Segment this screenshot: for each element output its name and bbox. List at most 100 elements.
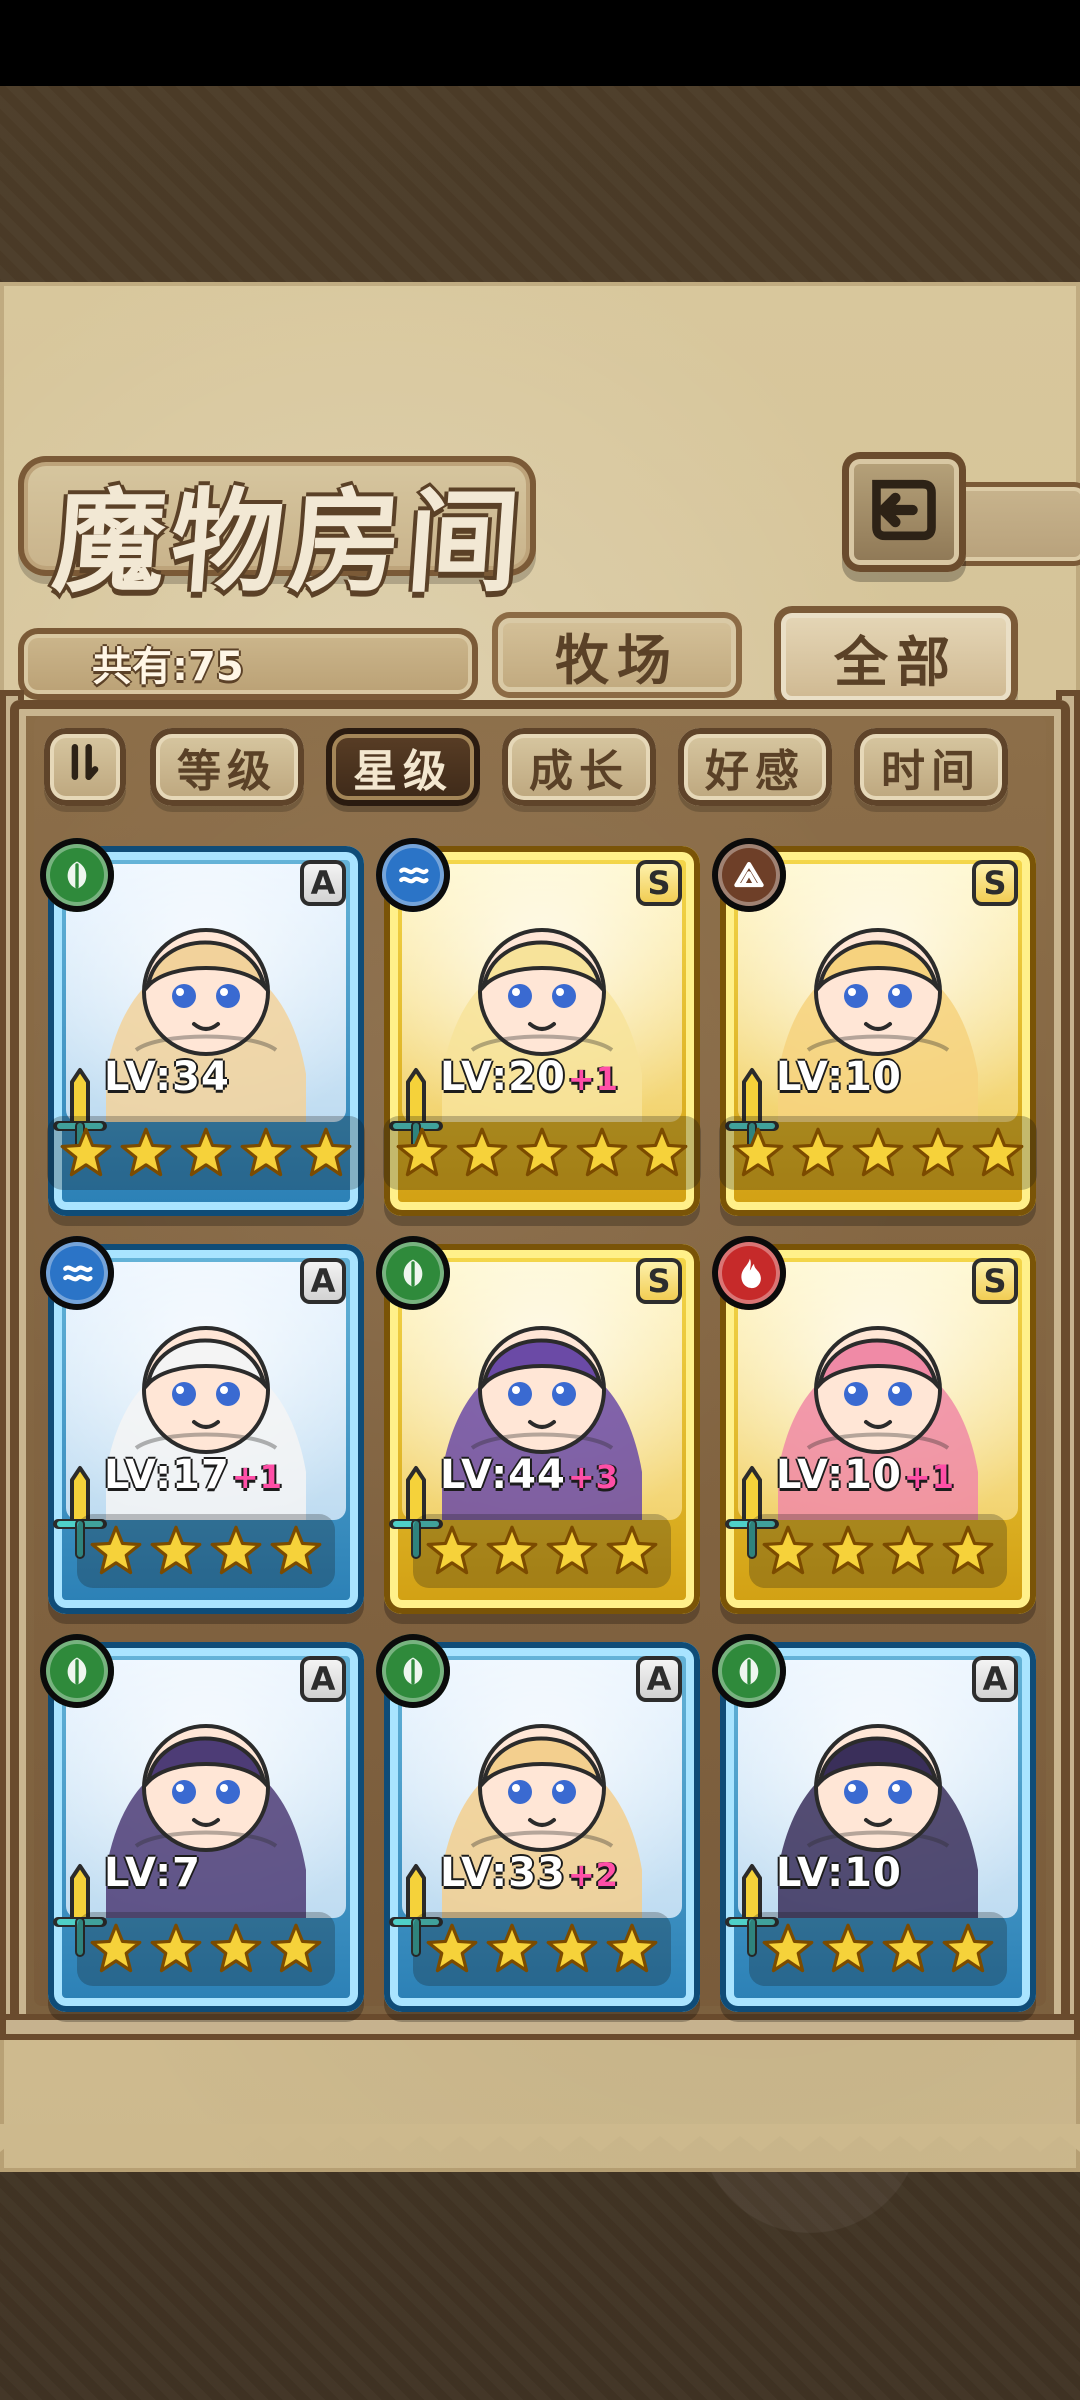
star-icon xyxy=(455,1126,509,1180)
sort-level-button[interactable]: 等级 xyxy=(150,728,304,806)
rank-badge: S xyxy=(636,860,682,906)
star-icon xyxy=(425,1524,479,1578)
monster-card[interactable]: S LV:10 xyxy=(712,838,1037,1216)
star-icon xyxy=(545,1524,599,1578)
star-icon xyxy=(59,1126,113,1180)
level-plus: +1 xyxy=(903,1458,955,1496)
level-value: LV:33 xyxy=(440,1850,566,1896)
star-icon xyxy=(269,1524,323,1578)
level-value: LV:10 xyxy=(776,1054,902,1100)
monster-card[interactable]: A LV:10 xyxy=(712,1634,1036,2012)
tab-all[interactable]: 全部 xyxy=(774,606,1018,708)
star-icon xyxy=(791,1126,845,1180)
star-icon xyxy=(881,1922,935,1976)
return-icon xyxy=(861,467,947,557)
level-plus: +2 xyxy=(567,1856,619,1894)
level-plus: +1 xyxy=(567,1060,619,1098)
leaf-element-icon xyxy=(376,1634,450,1708)
rank-badge: S xyxy=(972,860,1018,906)
tab-ranch[interactable]: 牧场 xyxy=(492,612,742,698)
monster-card[interactable]: A LV:17+1 xyxy=(40,1236,364,1614)
level-value: LV:10 xyxy=(776,1452,902,1498)
level-label: LV:34 xyxy=(104,1054,230,1100)
rank-badge: A xyxy=(300,1656,346,1702)
water-element-icon xyxy=(40,1236,114,1310)
star-icon xyxy=(149,1922,203,1976)
monster-card[interactable]: A LV:7 xyxy=(40,1634,364,2012)
level-label: LV:7 xyxy=(104,1850,201,1896)
star-rating xyxy=(77,1514,335,1588)
monster-count: 共有:75 xyxy=(92,644,244,690)
star-icon xyxy=(269,1922,323,1976)
level-plus: +1 xyxy=(231,1458,283,1496)
level-plus: +3 xyxy=(567,1458,619,1496)
star-icon xyxy=(209,1524,263,1578)
level-value: LV:10 xyxy=(776,1850,902,1896)
star-icon xyxy=(821,1524,875,1578)
star-icon xyxy=(485,1524,539,1578)
back-button[interactable] xyxy=(842,452,966,572)
star-rating xyxy=(47,1116,365,1190)
level-label: LV:20+1 xyxy=(440,1054,619,1100)
level-value: LV:34 xyxy=(104,1054,230,1100)
star-rating xyxy=(383,1116,701,1190)
level-label: LV:44+3 xyxy=(440,1452,619,1498)
level-label: LV:33+2 xyxy=(440,1850,619,1896)
star-icon xyxy=(89,1922,143,1976)
star-icon xyxy=(605,1922,659,1976)
status-bar xyxy=(0,0,1080,86)
count-plate xyxy=(18,628,478,700)
star-icon xyxy=(731,1126,785,1180)
sort-affection-button[interactable]: 好感 xyxy=(678,728,832,806)
rank-badge: A xyxy=(972,1656,1018,1702)
star-icon xyxy=(575,1126,629,1180)
rank-badge: S xyxy=(972,1258,1018,1304)
monster-card[interactable]: S LV:44+3 xyxy=(376,1236,700,1614)
monster-card[interactable]: A LV:33+2 xyxy=(376,1634,700,2012)
star-rating xyxy=(413,1912,671,1986)
star-rating xyxy=(749,1514,1007,1588)
star-icon xyxy=(179,1126,233,1180)
star-rating xyxy=(77,1912,335,1986)
bottom-rail xyxy=(0,2014,1080,2040)
star-icon xyxy=(605,1524,659,1578)
star-icon xyxy=(971,1126,1025,1180)
star-icon xyxy=(941,1922,995,1976)
monster-card[interactable]: A LV:34 xyxy=(40,838,365,1216)
star-icon xyxy=(395,1126,449,1180)
star-icon xyxy=(761,1922,815,1976)
star-icon xyxy=(635,1126,689,1180)
sort-toggle-button[interactable] xyxy=(44,728,126,806)
level-value: LV:17 xyxy=(104,1452,230,1498)
star-icon xyxy=(119,1126,173,1180)
monster-card[interactable]: S LV:20+1 xyxy=(376,838,701,1216)
sort-toggle-icon xyxy=(62,739,108,796)
star-icon xyxy=(821,1922,875,1976)
star-icon xyxy=(299,1126,353,1180)
sort-growth-button[interactable]: 成长 xyxy=(502,728,656,806)
star-rating xyxy=(719,1116,1037,1190)
screen: 魔物房间 共有:75 牧场 全部 等级 星级 成长 好感 时间 A LV:34 … xyxy=(0,0,1080,2400)
star-icon xyxy=(545,1922,599,1976)
earth-element-icon xyxy=(712,838,786,912)
leaf-element-icon xyxy=(376,1236,450,1310)
sort-time-button[interactable]: 时间 xyxy=(854,728,1008,806)
star-icon xyxy=(209,1922,263,1976)
star-rating xyxy=(413,1514,671,1588)
star-icon xyxy=(761,1524,815,1578)
monster-card[interactable]: S LV:10+1 xyxy=(712,1236,1036,1614)
star-icon xyxy=(149,1524,203,1578)
star-icon xyxy=(425,1922,479,1976)
page-title: 魔物房间 xyxy=(48,477,530,608)
water-element-icon xyxy=(376,838,450,912)
rank-badge: A xyxy=(300,860,346,906)
star-icon xyxy=(89,1524,143,1578)
level-label: LV:10+1 xyxy=(776,1452,955,1498)
star-icon xyxy=(941,1524,995,1578)
sort-star-button[interactable]: 星级 xyxy=(326,728,480,806)
level-label: LV:10 xyxy=(776,1054,902,1100)
star-icon xyxy=(515,1126,569,1180)
fire-element-icon xyxy=(712,1236,786,1310)
rank-badge: S xyxy=(636,1258,682,1304)
star-icon xyxy=(851,1126,905,1180)
